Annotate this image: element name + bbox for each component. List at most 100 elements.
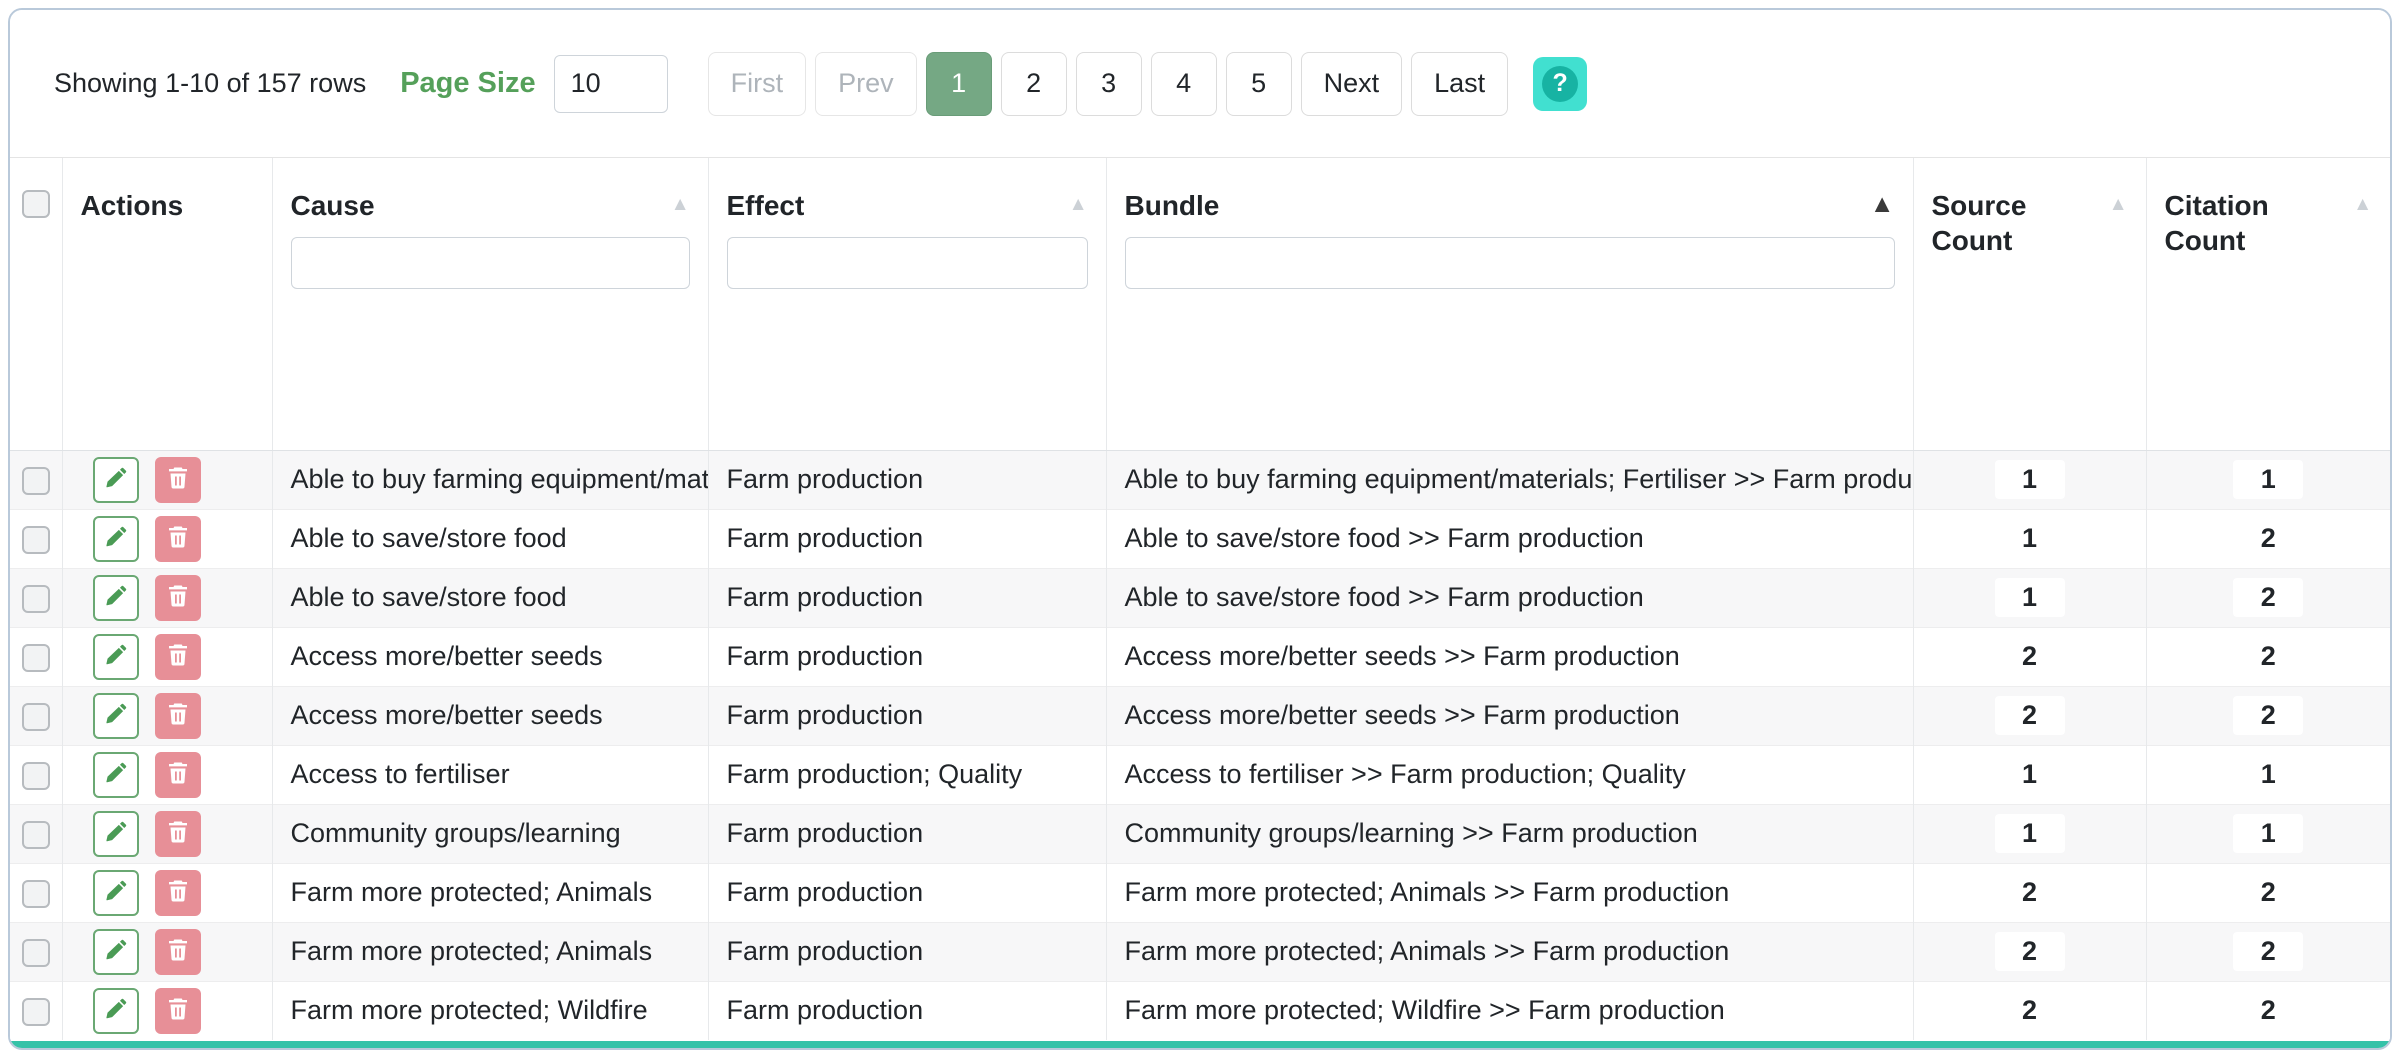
column-header-cause[interactable]: Cause ▲ (272, 158, 708, 450)
row-checkbox[interactable] (22, 467, 50, 495)
next-page-button[interactable]: Next (1301, 52, 1403, 116)
page-button-active[interactable]: 1 (926, 52, 992, 116)
row-checkbox[interactable] (22, 703, 50, 731)
row-select-cell (10, 686, 62, 745)
bundle-cell: Access to fertiliser >> Farm production;… (1106, 745, 1913, 804)
edit-button[interactable] (93, 752, 139, 798)
page-button[interactable]: 2 (1001, 52, 1067, 116)
trash-icon (166, 584, 190, 611)
table-panel: Showing 1-10 of 157 rows Page Size First… (8, 8, 2392, 1050)
last-page-button[interactable]: Last (1411, 52, 1508, 116)
column-header-bundle[interactable]: Bundle ▲ (1106, 158, 1913, 450)
cause-cell: Community groups/learning (272, 804, 708, 863)
source-count-cell: 1 (1913, 745, 2146, 804)
edit-button[interactable] (93, 516, 139, 562)
edit-button[interactable] (93, 693, 139, 739)
select-all-checkbox[interactable] (22, 190, 50, 218)
row-checkbox[interactable] (22, 762, 50, 790)
trash-icon (166, 525, 190, 552)
edit-button[interactable] (93, 634, 139, 680)
delete-button[interactable] (155, 988, 201, 1034)
column-header-effect[interactable]: Effect ▲ (708, 158, 1106, 450)
table-row: Community groups/learning Farm productio… (10, 804, 2390, 863)
cause-cell: Access more/better seeds (272, 686, 708, 745)
delete-button[interactable] (155, 516, 201, 562)
pencil-icon (104, 997, 128, 1024)
row-checkbox[interactable] (22, 526, 50, 554)
delete-button[interactable] (155, 457, 201, 503)
delete-button[interactable] (155, 634, 201, 680)
page-button[interactable]: 4 (1151, 52, 1217, 116)
page-button[interactable]: 3 (1076, 52, 1142, 116)
page-size-input[interactable] (554, 55, 668, 113)
trash-icon (166, 643, 190, 670)
pencil-icon (104, 525, 128, 552)
sort-asc-icon: ▲ (1069, 194, 1088, 216)
citation-count-cell: 2 (2146, 627, 2390, 686)
actions-cell (62, 509, 272, 568)
cause-cell: Farm more protected; Animals (272, 922, 708, 981)
edit-button[interactable] (93, 457, 139, 503)
source-count-cell: 2 (1913, 922, 2146, 981)
table-row: Farm more protected; Wildfire Farm produ… (10, 981, 2390, 1040)
row-checkbox[interactable] (22, 939, 50, 967)
row-checkbox[interactable] (22, 998, 50, 1026)
bundle-cell: Able to buy farming equipment/materials;… (1106, 450, 1913, 509)
row-checkbox[interactable] (22, 880, 50, 908)
edit-button[interactable] (93, 988, 139, 1034)
effect-filter-input[interactable] (727, 237, 1088, 289)
header-row: Actions Cause ▲ Effect ▲ (10, 158, 2390, 450)
effect-cell: Farm production (708, 568, 1106, 627)
actions-cell (62, 686, 272, 745)
table-row: Able to buy farming equipment/materials … (10, 450, 2390, 509)
actions-cell (62, 568, 272, 627)
pencil-icon (104, 466, 128, 493)
table-body: Able to buy farming equipment/materials … (10, 450, 2390, 1040)
row-checkbox[interactable] (22, 821, 50, 849)
toolbar: Showing 1-10 of 157 rows Page Size First… (10, 10, 2390, 158)
pagination: First Prev 12345 Next Last ? (708, 52, 1588, 116)
bundle-filter-input[interactable] (1125, 237, 1895, 289)
actions-cell (62, 627, 272, 686)
row-checkbox[interactable] (22, 585, 50, 613)
prev-page-button[interactable]: Prev (815, 52, 917, 116)
column-label: Source Count (1932, 188, 2103, 258)
column-header-source-count[interactable]: Source Count ▲ (1913, 158, 2146, 450)
bundle-cell: Farm more protected; Animals >> Farm pro… (1106, 922, 1913, 981)
cause-cell: Able to buy farming equipment/materials (272, 450, 708, 509)
delete-button[interactable] (155, 929, 201, 975)
showing-rows-text: Showing 1-10 of 157 rows (54, 68, 366, 99)
delete-button[interactable] (155, 752, 201, 798)
column-header-actions: Actions (62, 158, 272, 450)
source-count-cell: 2 (1913, 863, 2146, 922)
cause-filter-input[interactable] (291, 237, 690, 289)
table-row: Access to fertiliser Farm production; Qu… (10, 745, 2390, 804)
delete-button[interactable] (155, 575, 201, 621)
first-page-button[interactable]: First (708, 52, 806, 116)
help-button[interactable]: ? (1533, 57, 1587, 111)
trash-icon (166, 997, 190, 1024)
edit-button[interactable] (93, 811, 139, 857)
trash-icon (166, 466, 190, 493)
delete-button[interactable] (155, 811, 201, 857)
edit-button[interactable] (93, 929, 139, 975)
delete-button[interactable] (155, 693, 201, 739)
actions-cell (62, 804, 272, 863)
effect-cell: Farm production (708, 686, 1106, 745)
table-row: Farm more protected; Animals Farm produc… (10, 922, 2390, 981)
column-label: Actions (81, 188, 254, 223)
pencil-icon (104, 584, 128, 611)
trash-icon (166, 702, 190, 729)
cause-cell: Access to fertiliser (272, 745, 708, 804)
edit-button[interactable] (93, 870, 139, 916)
question-mark-icon: ? (1542, 66, 1578, 102)
bundle-cell: Farm more protected; Wildfire >> Farm pr… (1106, 981, 1913, 1040)
edit-button[interactable] (93, 575, 139, 621)
column-header-citation-count[interactable]: Citation Count ▲ (2146, 158, 2390, 450)
row-checkbox[interactable] (22, 644, 50, 672)
column-label: Bundle (1125, 188, 1864, 223)
delete-button[interactable] (155, 870, 201, 916)
citation-count-cell: 1 (2146, 745, 2390, 804)
effect-cell: Farm production (708, 627, 1106, 686)
page-button[interactable]: 5 (1226, 52, 1292, 116)
